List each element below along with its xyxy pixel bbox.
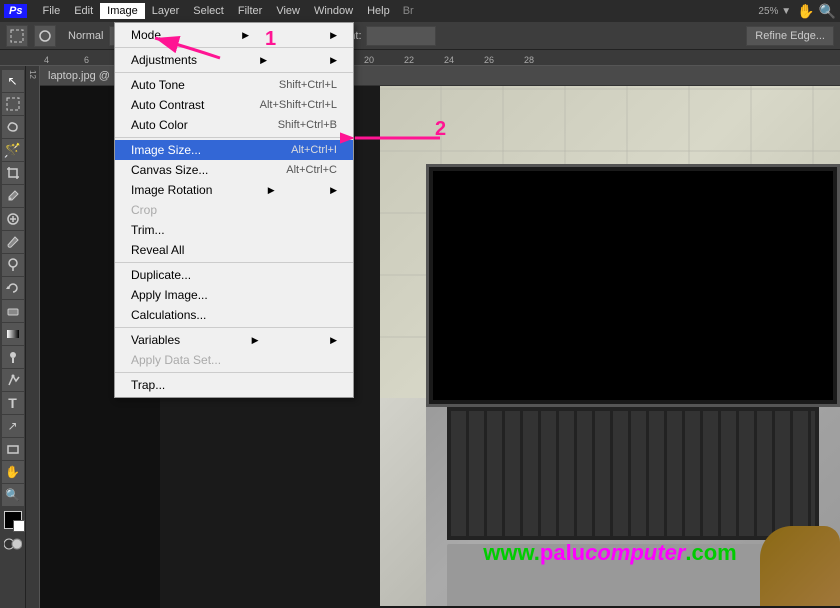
path-selection-tool[interactable]: ↗ xyxy=(2,415,24,437)
menu-section-auto: Auto Tone Shift+Ctrl+L Auto Contrast Alt… xyxy=(115,73,353,138)
wm-com: .com xyxy=(685,540,736,565)
wm-palu: palu xyxy=(540,540,585,565)
bridge-icon[interactable]: Br xyxy=(403,5,414,17)
ruler-vertical: 4 6 8 10 12 xyxy=(26,66,40,608)
menu-section-adjustments: Adjustments ▶ xyxy=(115,48,353,73)
menu-item-auto-color[interactable]: Auto Color Shift+Ctrl+B xyxy=(115,115,353,135)
menu-window[interactable]: Window xyxy=(307,3,360,19)
move-tool[interactable]: ↖ xyxy=(2,70,24,92)
menu-item-variables[interactable]: Variables ▶ xyxy=(115,330,353,350)
menu-item-apply-image[interactable]: Apply Image... xyxy=(115,285,353,305)
menu-item-auto-contrast[interactable]: Auto Contrast Alt+Shift+Ctrl+L xyxy=(115,95,353,115)
ruler-num: 22 xyxy=(404,55,444,65)
menu-select[interactable]: Select xyxy=(186,3,231,19)
menu-item-apply-data-set: Apply Data Set... xyxy=(115,350,353,370)
hand-tool[interactable]: ✋ xyxy=(2,461,24,483)
menu-section-mode: Mode ▶ xyxy=(115,23,353,48)
menu-section-duplicate: Duplicate... Apply Image... Calculations… xyxy=(115,263,353,328)
dodge-tool[interactable] xyxy=(2,346,24,368)
image-dropdown-menu: Mode ▶ Adjustments ▶ Auto Tone Shift+Ctr… xyxy=(114,22,354,398)
menu-section-variables: Variables ▶ Apply Data Set... xyxy=(115,328,353,373)
menu-item-crop[interactable]: Crop xyxy=(115,200,353,220)
clone-stamp-tool[interactable] xyxy=(2,254,24,276)
healing-tool[interactable] xyxy=(2,208,24,230)
mode-label: Normal xyxy=(68,30,103,42)
menu-file[interactable]: File xyxy=(35,3,67,19)
variables-arrow: ▶ xyxy=(252,335,259,346)
ps-logo: Ps xyxy=(4,4,27,18)
menu-section-trap: Trap... xyxy=(115,373,353,397)
menu-item-image-size[interactable]: Image Size... Alt+Ctrl+I xyxy=(115,140,353,160)
menu-item-duplicate[interactable]: Duplicate... xyxy=(115,265,353,285)
gradient-tool[interactable] xyxy=(2,323,24,345)
brush-tool[interactable] xyxy=(2,231,24,253)
adjustments-arrow: ▶ xyxy=(260,55,267,66)
menu-bar: Ps File Edit Image Layer Select Filter V… xyxy=(0,0,840,22)
refine-edge-button[interactable]: Refine Edge... xyxy=(746,26,834,46)
ruler-num: 20 xyxy=(364,55,404,65)
menu-filter[interactable]: Filter xyxy=(231,3,269,19)
laptop-image: www.palucomputer.com xyxy=(380,86,840,606)
shape-tool[interactable] xyxy=(2,438,24,460)
ruler-num: 28 xyxy=(524,55,564,65)
wm-www: www. xyxy=(483,540,540,565)
foreground-color[interactable] xyxy=(4,511,22,529)
toolbar: ↖ 🪄 xyxy=(0,66,26,608)
wm-computer: computer xyxy=(585,540,685,565)
menu-section-size: Image Size... Alt+Ctrl+I Canvas Size... … xyxy=(115,138,353,263)
lasso-tool[interactable] xyxy=(2,116,24,138)
menu-item-adjustments[interactable]: Adjustments ▶ xyxy=(115,50,353,70)
doc-name: laptop.jpg @ xyxy=(48,70,110,82)
quick-mask-btn[interactable] xyxy=(4,538,22,553)
zoom-level: 25% ▼ xyxy=(758,6,791,17)
menu-item-trap[interactable]: Trap... xyxy=(115,375,353,395)
selection-tool[interactable] xyxy=(2,93,24,115)
magic-wand-tool[interactable]: 🪄 xyxy=(2,139,24,161)
menu-help[interactable]: Help xyxy=(360,3,397,19)
eraser-tool[interactable] xyxy=(2,300,24,322)
menu-item-mode[interactable]: Mode ▶ xyxy=(115,25,353,45)
menu-item-reveal-all[interactable]: Reveal All xyxy=(115,240,353,260)
watermark: www.palucomputer.com xyxy=(380,540,840,566)
selection-tool-btn[interactable] xyxy=(6,25,28,47)
menu-image[interactable]: Image xyxy=(100,3,145,19)
zoom-tool-icon[interactable]: 🔍 xyxy=(819,3,836,20)
rotation-arrow: ▶ xyxy=(268,185,275,196)
ruler-num: 4 xyxy=(44,55,84,65)
text-tool[interactable]: T xyxy=(2,392,24,414)
height-input[interactable] xyxy=(366,26,436,46)
menu-item-image-rotation[interactable]: Image Rotation ▶ xyxy=(115,180,353,200)
crop-tool[interactable] xyxy=(2,162,24,184)
menu-item-calculations[interactable]: Calculations... xyxy=(115,305,353,325)
menu-item-trim[interactable]: Trim... xyxy=(115,220,353,240)
zoom-tool[interactable]: 🔍 xyxy=(2,484,24,506)
mode-arrow: ▶ xyxy=(242,30,249,41)
ruler-num: 26 xyxy=(484,55,524,65)
pen-tool[interactable] xyxy=(2,369,24,391)
menu-layer[interactable]: Layer xyxy=(145,3,187,19)
menu-item-auto-tone[interactable]: Auto Tone Shift+Ctrl+L xyxy=(115,75,353,95)
hand-tool-icon[interactable]: ✋ xyxy=(797,3,814,20)
menu-view[interactable]: View xyxy=(269,3,307,19)
eyedropper-tool[interactable] xyxy=(2,185,24,207)
ruler-num: 24 xyxy=(444,55,484,65)
history-brush-tool[interactable] xyxy=(2,277,24,299)
menu-item-canvas-size[interactable]: Canvas Size... Alt+Ctrl+C xyxy=(115,160,353,180)
lasso-tool-btn[interactable] xyxy=(34,25,56,47)
menu-edit[interactable]: Edit xyxy=(67,3,100,19)
